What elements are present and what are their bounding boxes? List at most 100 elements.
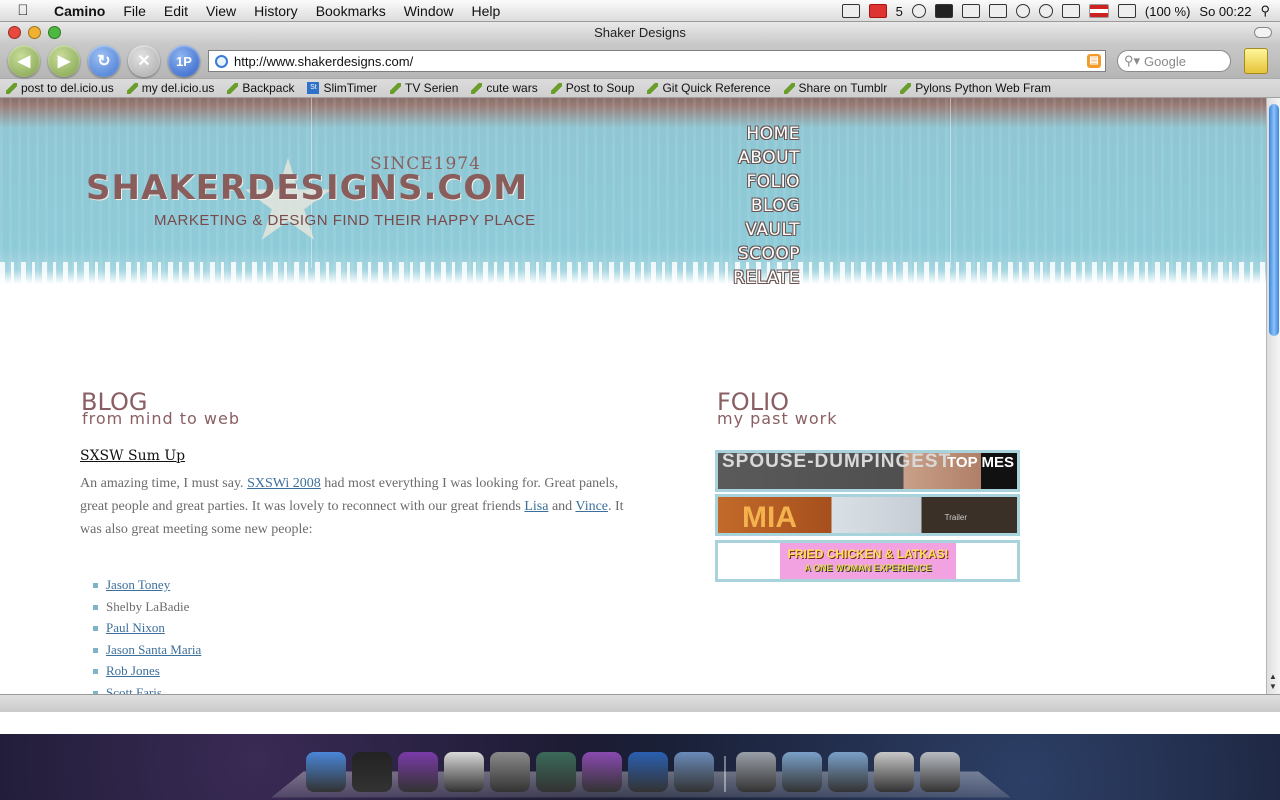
site-globe-icon (215, 54, 228, 68)
display-icon[interactable] (961, 4, 980, 18)
person-list-item[interactable]: Rob Jones (92, 660, 201, 682)
person-link[interactable]: Paul Nixon (106, 620, 165, 635)
forward-button[interactable]: ▶ (48, 45, 80, 77)
input-source-flag-icon[interactable] (1088, 4, 1109, 18)
system-preferences-icon[interactable] (490, 752, 530, 792)
person-link[interactable]: Jason Santa Maria (106, 642, 201, 657)
rss-feed-icon[interactable]: ▤ (1087, 54, 1101, 68)
minimize-window-button[interactable] (28, 26, 41, 39)
nav-relate[interactable]: RELATE (700, 266, 800, 290)
post-title-link[interactable]: SXSW Sum Up (80, 448, 185, 464)
terminal-icon[interactable] (352, 752, 392, 792)
person-link[interactable]: Rob Jones (106, 663, 160, 678)
menu-help[interactable]: Help (463, 3, 510, 19)
scroll-arrows-icon[interactable]: ▲ ▼ (1269, 672, 1277, 692)
wifi-icon[interactable] (1038, 4, 1053, 18)
bookmark-backpack[interactable]: Backpack (221, 81, 301, 95)
trash-icon[interactable] (920, 752, 960, 792)
vertical-scrollbar[interactable]: ▲ ▼ (1266, 98, 1280, 694)
bluetooth-icon[interactable] (1015, 4, 1030, 18)
bookmark-pylons[interactable]: Pylons Python Web Fram (894, 81, 1058, 95)
bookmark-cute-wars[interactable]: cute wars (465, 81, 544, 95)
site-logo[interactable]: SHAKERDESIGNS.COM (86, 168, 528, 208)
folio-item-spouse-dumpingest[interactable]: SPOUSE-DUMPINGEST TOP MES (715, 450, 1020, 492)
back-button[interactable]: ◀ (8, 45, 40, 77)
nav-scoop[interactable]: SCOOP (700, 242, 800, 266)
bookmark-my-delicious[interactable]: my del.icio.us (121, 81, 222, 95)
bookmarklet-icon (6, 82, 17, 94)
downloads-stack-icon[interactable] (874, 752, 914, 792)
bookmark-slimtimer[interactable]: St SlimTimer (301, 81, 384, 95)
toolbar-toggle-button[interactable] (1254, 27, 1272, 38)
applications-stack-icon[interactable] (828, 752, 868, 792)
zoom-window-button[interactable] (48, 26, 61, 39)
time-machine-icon[interactable] (536, 752, 576, 792)
person-link[interactable]: Scott Faris (106, 685, 162, 695)
cssedit-icon[interactable] (444, 752, 484, 792)
people-list: Jason Toney Shelby LaBadie Paul Nixon Jason… (92, 574, 201, 695)
url-field[interactable]: http://www.shakerdesigns.com/ ▤ (208, 50, 1106, 72)
nav-blog[interactable]: BLOG (700, 194, 800, 218)
menu-window[interactable]: Window (395, 3, 463, 19)
app-menu[interactable]: Camino (46, 3, 114, 19)
person-list-item[interactable]: Paul Nixon (92, 617, 201, 639)
adium-icon[interactable] (582, 752, 622, 792)
nav-vault[interactable]: VAULT (700, 218, 800, 242)
site-nav: HOME ABOUT FOLIO BLOG VAULT SCOOP RELATE (700, 122, 800, 290)
nav-folio[interactable]: FOLIO (700, 170, 800, 194)
volume-icon[interactable] (1061, 4, 1080, 18)
calendar-icon[interactable] (841, 4, 860, 18)
search-placeholder: Google (1144, 53, 1186, 69)
person-list-item: Shelby LaBadie (92, 596, 201, 618)
sxswi-link[interactable]: SXSWi 2008 (247, 476, 321, 491)
menu-extras: 5 (100 %) So 00:22 ⚲ (841, 0, 1280, 22)
bookmark-tv-serien[interactable]: TV Serien (384, 81, 465, 95)
slimtimer-icon: St (307, 82, 320, 94)
bookmark-git-reference[interactable]: Git Quick Reference (641, 81, 777, 95)
bookmark-share-tumblr[interactable]: Share on Tumblr (778, 81, 895, 95)
mail-icon[interactable] (736, 752, 776, 792)
folio-item-fried-chicken-latkas[interactable]: FRIED CHICKEN & LATKAS! A ONE WOMAN EXPE… (715, 540, 1020, 582)
growl-paw-icon[interactable] (911, 4, 926, 18)
person-list-item[interactable]: Jason Santa Maria (92, 639, 201, 661)
bookmark-post-to-soup[interactable]: Post to Soup (545, 81, 642, 95)
scrollbar-thumb[interactable] (1269, 104, 1279, 336)
vince-link[interactable]: Vince (575, 499, 608, 514)
mail-count: 5 (895, 3, 903, 19)
menu-history[interactable]: History (245, 3, 307, 19)
spotlight-icon[interactable]: ⚲ (1260, 3, 1270, 19)
nav-about[interactable]: ABOUT (700, 146, 800, 170)
menu-file[interactable]: File (114, 3, 155, 19)
documents-stack-icon[interactable] (782, 752, 822, 792)
menu-extra-icon[interactable] (934, 4, 953, 18)
person-name: Shelby LaBadie (106, 598, 190, 614)
camino-icon[interactable] (628, 752, 668, 792)
bookmarklet-icon (900, 82, 912, 94)
menu-clock[interactable]: So 00:22 (1199, 4, 1251, 19)
iphoto-icon[interactable] (674, 752, 714, 792)
keyboard-icon[interactable] (988, 4, 1007, 18)
stop-button[interactable]: ✕ (128, 45, 160, 77)
apple-menu-icon[interactable]:  (0, 2, 46, 19)
menu-view[interactable]: View (197, 3, 245, 19)
gmail-notifier-icon[interactable] (868, 4, 887, 18)
folio-item-mia[interactable]: MIA Trailer (715, 494, 1020, 536)
battery-icon[interactable] (1117, 4, 1136, 18)
dock-separator (724, 756, 726, 792)
bookmarks-button[interactable] (1244, 48, 1268, 74)
close-window-button[interactable] (8, 26, 21, 39)
bookmark-post-delicious[interactable]: post to del.icio.us (0, 81, 121, 95)
status-bar (0, 694, 1280, 712)
menu-edit[interactable]: Edit (155, 3, 197, 19)
finder-icon[interactable] (306, 752, 346, 792)
textmate-icon[interactable] (398, 752, 438, 792)
onepassword-button[interactable]: 1P (168, 45, 200, 77)
menu-bookmarks[interactable]: Bookmarks (307, 3, 395, 19)
person-link[interactable]: Jason Toney (106, 577, 170, 592)
reload-button[interactable]: ↻ (88, 45, 120, 77)
person-list-item[interactable]: Jason Toney (92, 574, 201, 596)
lisa-link[interactable]: Lisa (524, 499, 548, 514)
search-field[interactable]: ⚲▾ Google (1117, 50, 1231, 72)
person-list-item[interactable]: Scott Faris (92, 682, 201, 695)
nav-home[interactable]: HOME (700, 122, 800, 146)
